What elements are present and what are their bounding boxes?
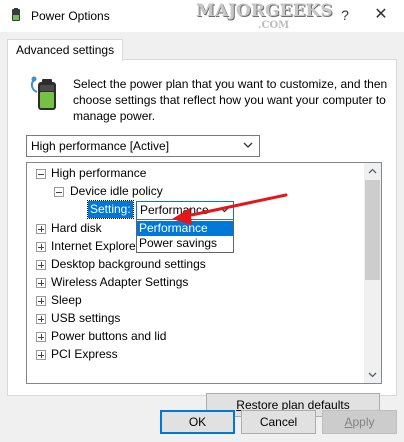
collapse-icon[interactable] — [36, 169, 46, 179]
tree-item-pci-express[interactable]: PCI Express — [51, 345, 118, 363]
plan-description: Select the power plan that you want to c… — [73, 77, 388, 123]
power-plan-dropdown[interactable]: High performance [Active] — [26, 135, 260, 157]
tree-item-device-idle-policy[interactable]: Device idle policy — [70, 182, 163, 200]
tree-item-wireless-adapter[interactable]: Wireless Adapter Settings — [51, 273, 188, 291]
tree-item-desktop-background[interactable]: Desktop background settings — [51, 255, 206, 273]
apply-accelerator: A — [344, 415, 353, 429]
power-options-icon — [12, 8, 20, 21]
tree-item-usb-settings[interactable]: USB settings — [51, 309, 120, 327]
setting-dropdown[interactable]: Performance — [136, 201, 234, 220]
battery-icon — [30, 76, 56, 110]
power-plan-value: High performance [Active] — [31, 139, 170, 153]
tree-item-high-performance[interactable]: High performance — [51, 164, 146, 182]
help-button[interactable]: ? — [336, 6, 354, 24]
option-power-savings[interactable]: Power savings — [137, 236, 233, 251]
scrollbar-thumb[interactable] — [365, 180, 380, 280]
tree-item-power-buttons[interactable]: Power buttons and lid — [51, 327, 166, 345]
window-title: Power Options — [31, 9, 110, 23]
dialog-body: Advanced settings Select the power plan … — [0, 32, 404, 442]
apply-label: pply — [352, 415, 375, 429]
tree-item-sleep[interactable]: Sleep — [51, 291, 82, 309]
tree-item-hard-disk[interactable]: Hard disk — [51, 219, 102, 237]
tree-scrollbar[interactable] — [364, 163, 381, 383]
expand-icon[interactable] — [36, 296, 46, 306]
tab-advanced-settings[interactable]: Advanced settings — [7, 39, 124, 61]
expand-icon[interactable] — [36, 278, 46, 288]
expand-icon[interactable] — [36, 260, 46, 270]
setting-options-list: Performance Power savings — [136, 219, 234, 253]
close-button[interactable]: ✕ — [370, 4, 392, 26]
cancel-button[interactable]: Cancel — [241, 410, 316, 434]
collapse-icon[interactable] — [54, 187, 64, 197]
watermark-text: MAJORGEEKS — [196, 1, 333, 21]
majorgeeks-watermark: MAJORGEEKS .COM — [196, 1, 333, 31]
settings-tree[interactable]: High performance Device idle policy Sett… — [26, 162, 382, 384]
chevron-down-icon[interactable] — [241, 137, 255, 153]
watermark-suffix: .COM — [258, 20, 290, 31]
expand-icon[interactable] — [36, 350, 46, 360]
expand-icon[interactable] — [36, 242, 46, 252]
advanced-settings-panel: Select the power plan that you want to c… — [7, 59, 397, 417]
title-bar: Power Options MAJORGEEKS .COM ? ✕ — [0, 0, 404, 32]
chevron-down-icon[interactable] — [218, 203, 231, 217]
setting-value: Performance — [140, 203, 209, 217]
ok-button[interactable]: OK — [160, 410, 235, 434]
scroll-down-icon[interactable] — [364, 366, 381, 383]
setting-label: Setting: — [87, 200, 134, 219]
tree-item-internet-explorer[interactable]: Internet Explorer — [51, 237, 140, 255]
scroll-up-icon[interactable] — [364, 163, 381, 180]
expand-icon[interactable] — [36, 332, 46, 342]
option-performance[interactable]: Performance — [137, 221, 233, 236]
apply-button[interactable]: Apply — [322, 410, 397, 434]
expand-icon[interactable] — [36, 314, 46, 324]
expand-icon[interactable] — [36, 224, 46, 234]
